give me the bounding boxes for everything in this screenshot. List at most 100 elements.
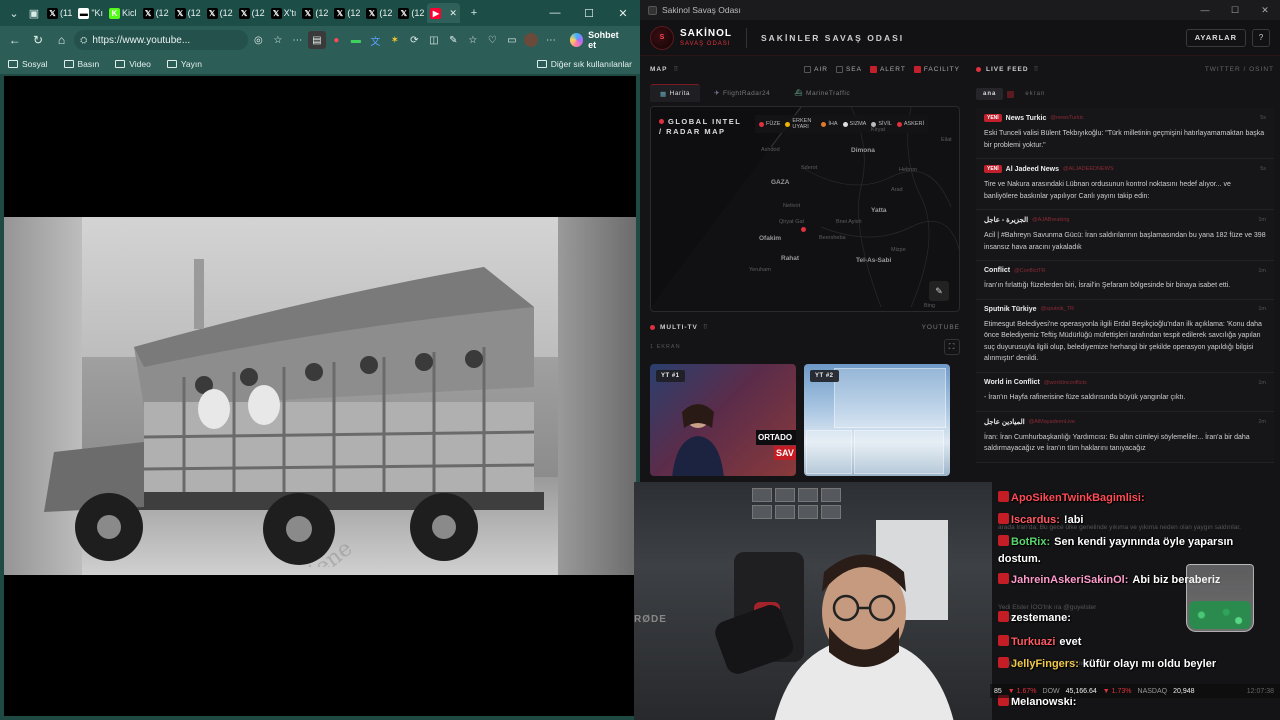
map-filter-sea[interactable]: SEA [835, 65, 862, 73]
app-titlebar: Sakinol Savaş Odası — ☐ ✕ [640, 0, 1280, 20]
app-close-icon[interactable]: ✕ [1250, 5, 1280, 16]
home-icon[interactable]: ⌂ [51, 29, 72, 51]
copilot-chat-button[interactable]: Sohbet et [562, 30, 636, 50]
profile-avatar[interactable] [523, 31, 541, 49]
browser-tab[interactable]: 𝕏 X'tı [268, 3, 300, 23]
tab-actions-chevron-icon[interactable]: ⌄ [4, 3, 24, 23]
browser-tab[interactable]: ▬ "Kı [75, 3, 106, 23]
feed-item[interactable]: YENİ Al Jadeed News @ALJADEEDNEWS 5s Tire ve… [976, 159, 1274, 211]
browser-tab[interactable]: 𝕏 (12 [172, 3, 204, 23]
fullscreen-icon[interactable]: ⛶ [944, 339, 960, 355]
youtube-video-player[interactable]: Boumediene [4, 76, 636, 716]
legend-item: İHA [821, 121, 838, 127]
map-filter-air[interactable]: AIR [804, 65, 828, 73]
settings-button[interactable]: AYARLAR [1185, 28, 1246, 47]
bookmark-folder-yayin[interactable]: Yayın [166, 59, 202, 69]
feed-tab-ana[interactable]: ana [976, 88, 1004, 100]
app-minimize-icon[interactable]: — [1190, 5, 1220, 16]
drag-handle-icon[interactable]: ⠿ [673, 65, 679, 73]
radar-map[interactable]: GLOBAL INTEL / RADAR MAP FÜZE ERKEN UYARI… [650, 106, 960, 312]
legend-label: FÜZE [766, 121, 781, 128]
browser-tab[interactable]: 𝕏 (12 [331, 3, 363, 23]
truck-image: Boumediene [44, 259, 544, 567]
map-filter-alert[interactable]: ALERT [869, 65, 906, 73]
feed-handle[interactable]: @newsTurkic [1050, 115, 1083, 121]
feed-tab-close-icon[interactable] [1007, 90, 1015, 98]
workspaces-icon[interactable]: ▣ [24, 3, 44, 23]
close-icon[interactable]: ✕ [606, 0, 640, 26]
favorites-icon[interactable]: ☆ [464, 31, 482, 49]
multi-tv-toolbar: 1 EKRAN ⛶ [650, 336, 960, 358]
browser-tabbar: ⌄ ▣ 𝕏 (11 ▬ "Kı K Kicl 𝕏 (12 𝕏 (12 𝕏 (12 𝕏 (12 𝕏 X'tı 𝕏(… [0, 0, 640, 26]
feed-handle[interactable]: @ConflictTR [1014, 268, 1045, 274]
browser-tab[interactable]: 𝕏 (12 [395, 3, 427, 23]
drag-handle-icon[interactable]: ⠿ [1034, 65, 1040, 73]
feed-item[interactable]: YENİ News Turkic @newsTurkic 5s Eski Tunceli… [976, 108, 1274, 160]
refresh-icon[interactable]: ↻ [27, 29, 48, 51]
x-favicon-icon: 𝕏 [206, 7, 218, 19]
feed-handle[interactable]: @worldinconflicts [1044, 380, 1087, 386]
maximize-icon[interactable]: ☐ [572, 0, 606, 26]
browser-tab[interactable]: 𝕏 (12 [363, 3, 395, 23]
map-place-label: Dimona [851, 147, 875, 154]
feed-handle[interactable]: @AlMayadeenLive [1029, 419, 1075, 425]
feed-item[interactable]: Conflict @ConflictTR 1m İran'ın fırlattığı … [976, 261, 1274, 300]
tab-marinetraffic[interactable]: ⛴ MarineTraffic [784, 84, 860, 102]
alert-marker[interactable] [801, 227, 806, 232]
address-bar[interactable]: ⛭ https://www.youtube... [74, 30, 248, 50]
feed-item[interactable]: الجزيرة - عاجل @AJABreaking 1m Acil | #Bahr… [976, 210, 1274, 262]
tv-card-1[interactable]: YT #1 ORTADO SAV [650, 364, 796, 476]
browser-tab[interactable]: 𝕏 (12 [140, 3, 172, 23]
extensions-puzzle-icon[interactable]: ✎ [445, 31, 463, 49]
sync-icon[interactable]: ⟳ [406, 31, 424, 49]
browser-tab[interactable]: 𝕏 (12 [236, 3, 268, 23]
tv-card-2[interactable]: YT #2 [804, 364, 950, 476]
browser-tab-label: (12 [347, 8, 361, 18]
drag-handle-icon[interactable]: ⠿ [703, 323, 709, 331]
tab-close-icon[interactable]: ✕ [449, 8, 457, 19]
browser-essentials-icon[interactable]: ♡ [484, 31, 502, 49]
feed-item[interactable]: الميادين عاجل @AlMayadeenLive 2m İran: İran… [976, 411, 1274, 463]
adblock-extension-icon[interactable]: ● [328, 31, 346, 49]
feed-time: 5s [1260, 166, 1266, 173]
feed-item[interactable]: Sputnik Türkiye @sputnik_TR 1m Etimesgut Be… [976, 299, 1274, 374]
feed-handle[interactable]: @sputnik_TR [1041, 306, 1074, 312]
map-edit-icon[interactable]: ✎ [929, 281, 949, 301]
map-filter-facility[interactable]: FACILITY [913, 65, 960, 73]
browser-tab-label: (12 [155, 8, 169, 18]
browser-tab[interactable]: 𝕏 (12 [299, 3, 331, 23]
feed-handle[interactable]: @AJABreaking [1032, 217, 1069, 223]
browser-tab[interactable]: ▶ ✕ [427, 3, 460, 23]
more-icon[interactable]: ⋯ [289, 31, 307, 49]
browser-window: ⌄ ▣ 𝕏 (11 ▬ "Kı K Kicl 𝕏 (12 𝕏 (12 𝕏 (12 𝕏 (12 𝕏 X'tı 𝕏(… [0, 0, 640, 720]
feed-item[interactable]: World in Conflict @worldinconflicts 1m - İr… [976, 373, 1274, 412]
translate-extension-icon[interactable]: 文 [367, 31, 385, 49]
app-maximize-icon[interactable]: ☐ [1220, 5, 1250, 16]
read-aloud-icon[interactable]: ◎ [250, 31, 268, 49]
favorite-star-icon[interactable]: ☆ [269, 31, 287, 49]
minimize-icon[interactable]: — [538, 0, 572, 26]
help-button[interactable]: ? [1252, 28, 1270, 47]
browser-tab[interactable]: 𝕏 (11 [44, 3, 75, 23]
map-place-label: Netivot [783, 203, 801, 209]
split-screen-icon[interactable]: ◫ [425, 31, 443, 49]
feed-handle[interactable]: @ALJADEEDNEWS [1063, 166, 1114, 172]
colorful-extension-icon[interactable]: ✶ [386, 31, 404, 49]
tab-flightradar[interactable]: ✈ FlightRadar24 [704, 84, 780, 102]
feed-source: Al Jadeed News [1005, 165, 1059, 173]
browser-tab[interactable]: 𝕏 (12 [204, 3, 236, 23]
feed-tab-ekran[interactable]: ekran [1018, 88, 1052, 100]
bookmark-folder-basin[interactable]: Basın [63, 59, 99, 69]
back-icon[interactable]: ← [4, 29, 25, 51]
new-tab-button[interactable]: + [464, 3, 484, 23]
green-extension-icon[interactable]: ▬ [347, 31, 365, 49]
browser-menu-icon[interactable]: ⋯ [542, 31, 560, 49]
screenshot-icon[interactable]: ▭ [503, 31, 521, 49]
lock-icon: ⛭ [80, 34, 88, 45]
bookmark-folder-other[interactable]: Diğer sık kullanılanlar [536, 59, 632, 69]
bookmark-folder-video[interactable]: Video [115, 59, 151, 69]
browser-tab[interactable]: K Kicl [106, 3, 140, 23]
extension-icon[interactable]: ▤ [308, 31, 326, 49]
tab-harita[interactable]: ▦ Harita [650, 84, 700, 102]
bookmark-folder-sosyal[interactable]: Sosyal [8, 59, 48, 69]
